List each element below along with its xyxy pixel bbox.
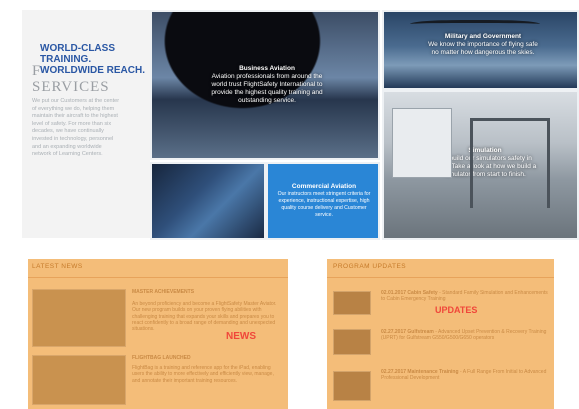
services-title: F SERVICES (32, 64, 110, 96)
program-updates-heading: PROGRAM UPDATES (333, 263, 407, 270)
update-2-title: Gulfstream (407, 329, 434, 335)
military-text: We know the importance of flying safe no… (428, 41, 538, 56)
aircraft-silhouette (410, 20, 540, 30)
news-thumbnail-1[interactable] (32, 289, 126, 347)
update-thumbnail-3[interactable] (333, 371, 371, 401)
news-item-2-title[interactable]: FLIGHTBAG LAUNCHED (132, 355, 191, 361)
news-thumbnail-2[interactable] (32, 355, 126, 405)
latest-news-divider (28, 277, 288, 278)
services-title-initial: F (32, 63, 42, 79)
tile-business-aviation[interactable]: Business Aviation Aviation professionals… (150, 10, 380, 160)
update-item-1[interactable]: 02.01.2017 Cabin Safety - Standard Famil… (381, 290, 549, 303)
military-caption: Military and Government We know the impo… (424, 32, 542, 57)
tile-commercial-aviation[interactable]: Commercial Aviation Our instructors meet… (266, 162, 380, 240)
military-title: Military and Government (444, 33, 522, 40)
update-3-title: Maintenance Training (407, 369, 459, 375)
update-thumbnail-1[interactable] (333, 291, 371, 315)
update-1-date: 02.01.2017 (381, 290, 407, 296)
update-item-3[interactable]: 02.27.2017 Maintenance Training - A Full… (381, 369, 549, 382)
business-caption: Business Aviation Aviation professionals… (208, 64, 326, 105)
commercial-aviation-photo[interactable] (150, 162, 266, 240)
commercial-text: Our instructors meet stringent criteria … (277, 191, 371, 218)
business-title: Business Aviation (239, 65, 295, 72)
simulator-frame (470, 118, 550, 208)
update-2-date: 02.27.2017 (381, 329, 407, 335)
simulator-cabin (392, 108, 452, 178)
update-3-date: 02.27.2017 (381, 369, 407, 375)
update-item-2[interactable]: 02.27.2017 Gulfstream - Advanced Upset P… (381, 329, 549, 342)
update-thumbnail-2[interactable] (333, 329, 371, 355)
program-updates-section: PROGRAM UPDATES 02.01.2017 Cabin Safety … (327, 259, 554, 409)
news-item-1-text: An beyond proficiency and become a Fligh… (132, 301, 277, 333)
services-title-text: SERVICES (32, 79, 110, 95)
update-3-text: - A Full Range From Initial to Advanced … (381, 369, 547, 382)
news-item-2-text: FlightBag is a training and reference ap… (132, 365, 274, 384)
updates-overlay-label: UPDATES (435, 305, 478, 315)
services-description: We put our Customers at the center of ev… (32, 98, 120, 158)
latest-news-section: LATEST NEWS MASTER ACHIEVEMENTS An beyon… (28, 259, 288, 409)
latest-news-heading: LATEST NEWS (32, 263, 83, 270)
news-item-1-title[interactable]: MASTER ACHIEVEMENTS (132, 289, 194, 295)
update-2-text: - Advanced Upset Prevention & Recovery T… (381, 329, 547, 342)
commercial-title: Commercial Aviation (291, 183, 357, 190)
business-text: Aviation professionals from around the w… (211, 73, 323, 104)
program-updates-divider (327, 277, 554, 278)
update-1-title: Cabin Safety (407, 290, 438, 296)
news-overlay-label: NEWS (226, 331, 256, 342)
commercial-caption: Commercial Aviation Our instructors meet… (276, 182, 372, 219)
